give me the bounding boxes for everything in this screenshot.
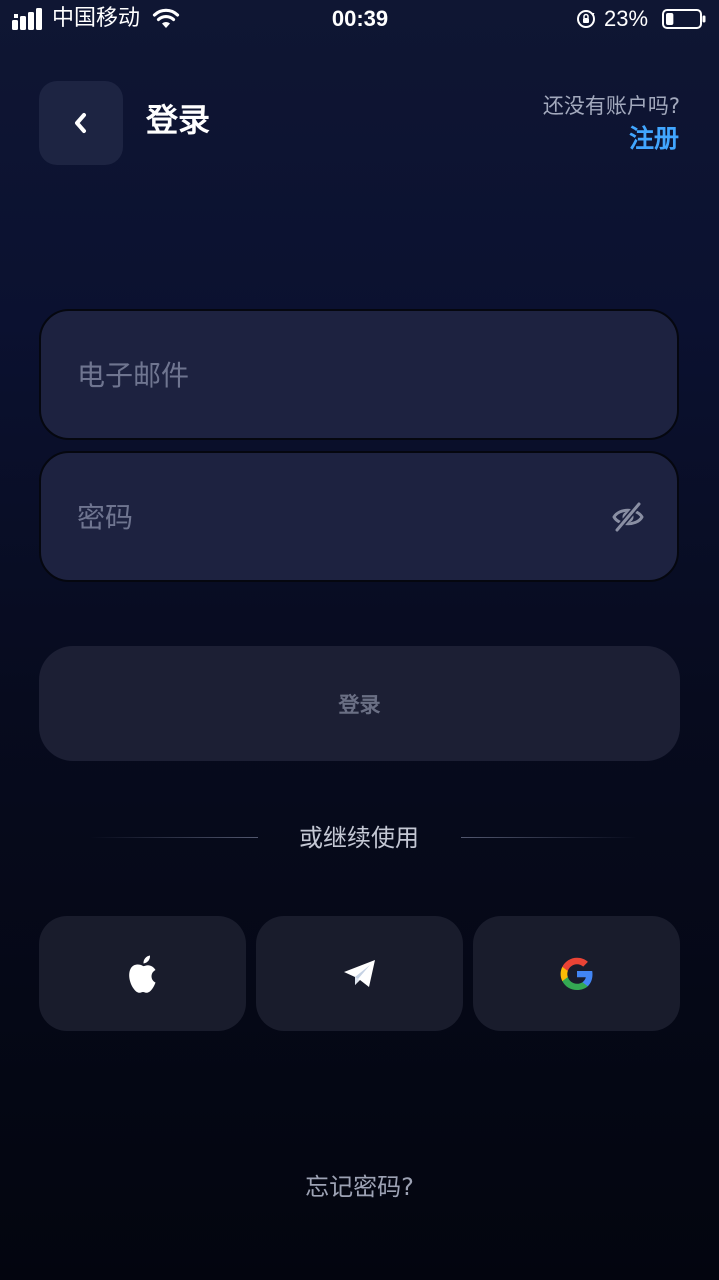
apple-login-button[interactable] — [39, 916, 246, 1031]
email-field[interactable] — [39, 309, 679, 440]
status-time: 00:39 — [331, 6, 389, 31]
password-input[interactable] — [75, 453, 599, 582]
telegram-login-button[interactable] — [256, 916, 463, 1031]
password-field[interactable] — [39, 451, 679, 582]
forgot-password-link[interactable]: 忘记密码? — [200, 1170, 519, 1204]
status-bar: 中国移动 00:39 23% — [0, 0, 719, 40]
divider-line-right — [461, 837, 637, 838]
google-icon — [560, 957, 592, 990]
signal-icon — [12, 8, 42, 30]
eye-off-icon[interactable] — [611, 500, 645, 534]
divider-line-left — [90, 837, 258, 838]
divider-text: 或继续使用 — [299, 824, 419, 852]
no-account-text: 还没有账户吗? — [542, 94, 680, 118]
google-login-button[interactable] — [473, 916, 680, 1031]
battery-percent: 23% — [604, 6, 649, 31]
email-input[interactable] — [75, 311, 599, 440]
battery-icon — [662, 9, 706, 29]
rotation-lock-icon — [577, 10, 595, 28]
login-button[interactable]: 登录 — [39, 646, 680, 761]
telegram-icon — [343, 959, 375, 987]
page-title: 登录 — [146, 101, 211, 139]
carrier-name: 中国移动 — [52, 6, 141, 31]
battery-level — [666, 13, 674, 25]
apple-icon — [128, 955, 155, 993]
wifi-icon — [152, 8, 180, 28]
login-button-label: 登录 — [338, 692, 381, 717]
register-link[interactable]: 注册 — [629, 122, 679, 156]
chevron-left-icon — [75, 113, 86, 133]
back-button[interactable] — [39, 81, 123, 165]
